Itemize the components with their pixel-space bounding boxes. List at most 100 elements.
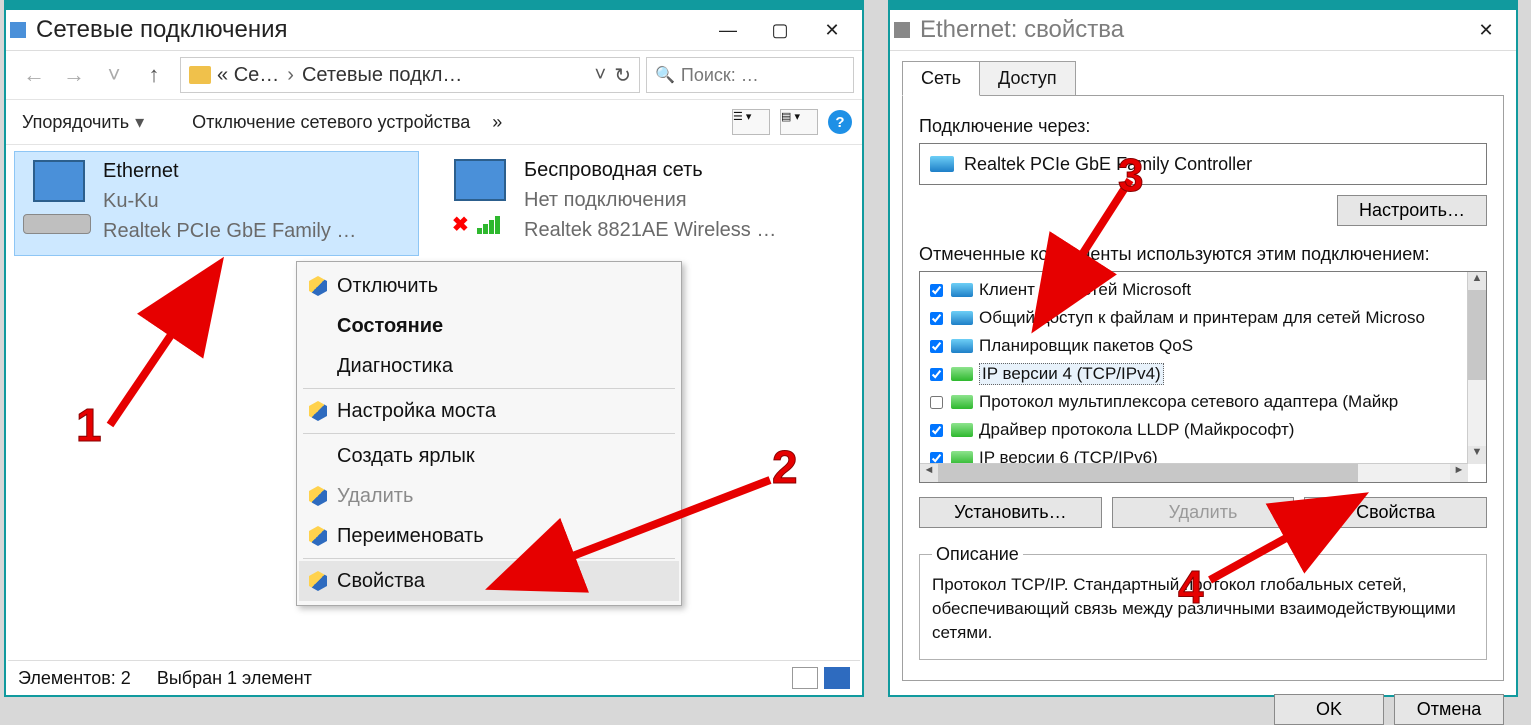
window-title-right: Ethernet: свойства: [920, 16, 1124, 44]
crumb-2[interactable]: Сетевые подкл…: [302, 64, 462, 87]
titlebar-left[interactable]: Сетевые подключения — ▢ ✕: [6, 10, 862, 51]
window-title-left: Сетевые подключения: [36, 16, 288, 44]
component-checkbox[interactable]: [930, 340, 943, 353]
shield-icon: [309, 526, 327, 546]
component-icon: [951, 423, 973, 437]
search-box[interactable]: 🔍 Поиск: …: [646, 57, 854, 93]
status-count: Элементов: 2: [18, 668, 131, 689]
connect-via-label: Подключение через:: [919, 116, 1487, 137]
cancel-button[interactable]: Отмена: [1394, 694, 1504, 725]
install-button[interactable]: Установить…: [919, 497, 1102, 528]
ok-button[interactable]: OK: [1274, 694, 1384, 725]
hscrollbar[interactable]: ◄►: [920, 463, 1468, 482]
component-icon: [951, 283, 973, 297]
view-list-icon[interactable]: [824, 667, 850, 689]
shield-icon: [309, 486, 327, 506]
ctx-bridge[interactable]: Настройка моста: [299, 391, 679, 431]
ethernet-adapter-icon: [23, 160, 93, 240]
view-tiles-icon[interactable]: [792, 667, 818, 689]
components-label: Отмеченные компоненты используются этим …: [919, 244, 1487, 265]
up-button[interactable]: ↑: [134, 55, 174, 95]
component-item[interactable]: Клиент для сетей Microsoft: [922, 276, 1484, 304]
component-label: Планировщик пакетов QoS: [979, 336, 1193, 356]
adapter-box[interactable]: Realtek PCIe GbE Family Controller: [919, 143, 1487, 185]
component-icon: [951, 395, 973, 409]
breadcrumb-separator: ›: [287, 64, 294, 87]
component-item[interactable]: Драйвер протокола LLDP (Майкрософт): [922, 416, 1484, 444]
connections-area[interactable]: Ethernet Ku-Ku Realtek PCIe GbE Family ……: [6, 145, 862, 661]
command-bar: Упорядочить▾ Отключение сетевого устройс…: [6, 100, 862, 145]
callout-4: 4: [1178, 560, 1204, 614]
conn2-device: Realtek 8821AE Wireless …: [524, 215, 776, 245]
component-checkbox[interactable]: [930, 284, 943, 297]
callout-2: 2: [772, 440, 798, 494]
component-checkbox[interactable]: [930, 396, 943, 409]
ctx-status[interactable]: Состояние: [299, 306, 679, 346]
status-selected: Выбран 1 элемент: [157, 668, 312, 689]
ctx-shortcut[interactable]: Создать ярлык: [299, 436, 679, 476]
titlebar-right[interactable]: Ethernet: свойства ✕: [890, 10, 1516, 51]
callout-1: 1: [76, 398, 102, 452]
component-icon: [951, 367, 973, 381]
component-checkbox[interactable]: [930, 368, 943, 381]
ctx-properties[interactable]: Свойства: [299, 561, 679, 601]
conn1-name: Ethernet: [103, 156, 356, 186]
overflow-button[interactable]: »: [486, 108, 508, 137]
adapter-icon: [894, 22, 910, 38]
component-item[interactable]: Планировщик пакетов QoS: [922, 332, 1484, 360]
view-details-button[interactable]: ▤ ▾: [780, 109, 818, 135]
crumb-1[interactable]: « Се…: [217, 64, 279, 87]
connection-wireless[interactable]: ✖ Беспроводная сеть Нет подключения Real…: [436, 151, 841, 256]
folder-icon: [189, 66, 211, 84]
component-label: Драйвер протокола LLDP (Майкрософт): [979, 420, 1294, 440]
recent-button[interactable]: ˅: [94, 55, 134, 95]
search-icon: 🔍: [655, 65, 675, 85]
forward-button[interactable]: →: [54, 55, 94, 95]
component-label: Клиент для сетей Microsoft: [979, 280, 1191, 300]
component-checkbox[interactable]: [930, 312, 943, 325]
component-checkbox[interactable]: [930, 424, 943, 437]
shield-icon: [309, 571, 327, 591]
conn2-name: Беспроводная сеть: [524, 155, 776, 185]
close-button-right[interactable]: ✕: [1460, 12, 1512, 48]
component-label: IP версии 4 (TCP/IPv4): [979, 363, 1164, 385]
view-large-button[interactable]: ☰ ▾: [732, 109, 770, 135]
component-item[interactable]: IP версии 4 (TCP/IPv4): [922, 360, 1484, 388]
conn1-device: Realtek PCIe GbE Family …: [103, 216, 356, 246]
disable-device-button[interactable]: Отключение сетевого устройства: [186, 108, 476, 137]
properties-button[interactable]: Свойства: [1304, 497, 1487, 528]
callout-3: 3: [1118, 148, 1144, 202]
ctx-rename[interactable]: Переименовать: [299, 516, 679, 556]
vscrollbar[interactable]: ▲▼: [1467, 272, 1486, 464]
description-legend: Описание: [932, 544, 1023, 565]
component-icon: [951, 339, 973, 353]
component-item[interactable]: Общий доступ к файлам и принтерам для се…: [922, 304, 1484, 332]
organize-button[interactable]: Упорядочить▾: [16, 108, 150, 137]
ctx-delete: Удалить: [299, 476, 679, 516]
configure-button[interactable]: Настроить…: [1337, 195, 1487, 226]
component-label: Протокол мультиплексора сетевого адаптер…: [979, 392, 1398, 412]
component-item[interactable]: Протокол мультиплексора сетевого адаптер…: [922, 388, 1484, 416]
address-chevron[interactable]: ˅: [595, 64, 607, 87]
address-bar[interactable]: « Се… › Сетевые подкл… ˅ ↻: [180, 57, 640, 93]
tab-network[interactable]: Сеть: [902, 61, 980, 96]
network-folder-icon: [10, 22, 26, 38]
adapter-name: Realtek PCIe GbE Family Controller: [964, 154, 1252, 175]
ctx-diag[interactable]: Диагностика: [299, 346, 679, 386]
context-menu: Отключить Состояние Диагностика Настройк…: [296, 261, 682, 606]
wireless-adapter-icon: ✖: [444, 159, 514, 239]
nic-icon: [930, 156, 954, 172]
status-bar: Элементов: 2 Выбран 1 элемент: [8, 660, 860, 695]
minimize-button[interactable]: —: [702, 12, 754, 48]
ctx-disable[interactable]: Отключить: [299, 266, 679, 306]
connection-ethernet[interactable]: Ethernet Ku-Ku Realtek PCIe GbE Family …: [14, 151, 419, 256]
tab-access[interactable]: Доступ: [979, 61, 1076, 96]
help-icon[interactable]: ?: [828, 110, 852, 134]
component-icon: [951, 311, 973, 325]
close-button[interactable]: ✕: [806, 12, 858, 48]
components-listbox[interactable]: Клиент для сетей Microsoft Общий доступ к…: [919, 271, 1487, 483]
component-label: Общий доступ к файлам и принтерам для се…: [979, 308, 1425, 328]
maximize-button[interactable]: ▢: [754, 12, 806, 48]
back-button[interactable]: ←: [14, 55, 54, 95]
refresh-icon[interactable]: ↻: [614, 63, 631, 88]
